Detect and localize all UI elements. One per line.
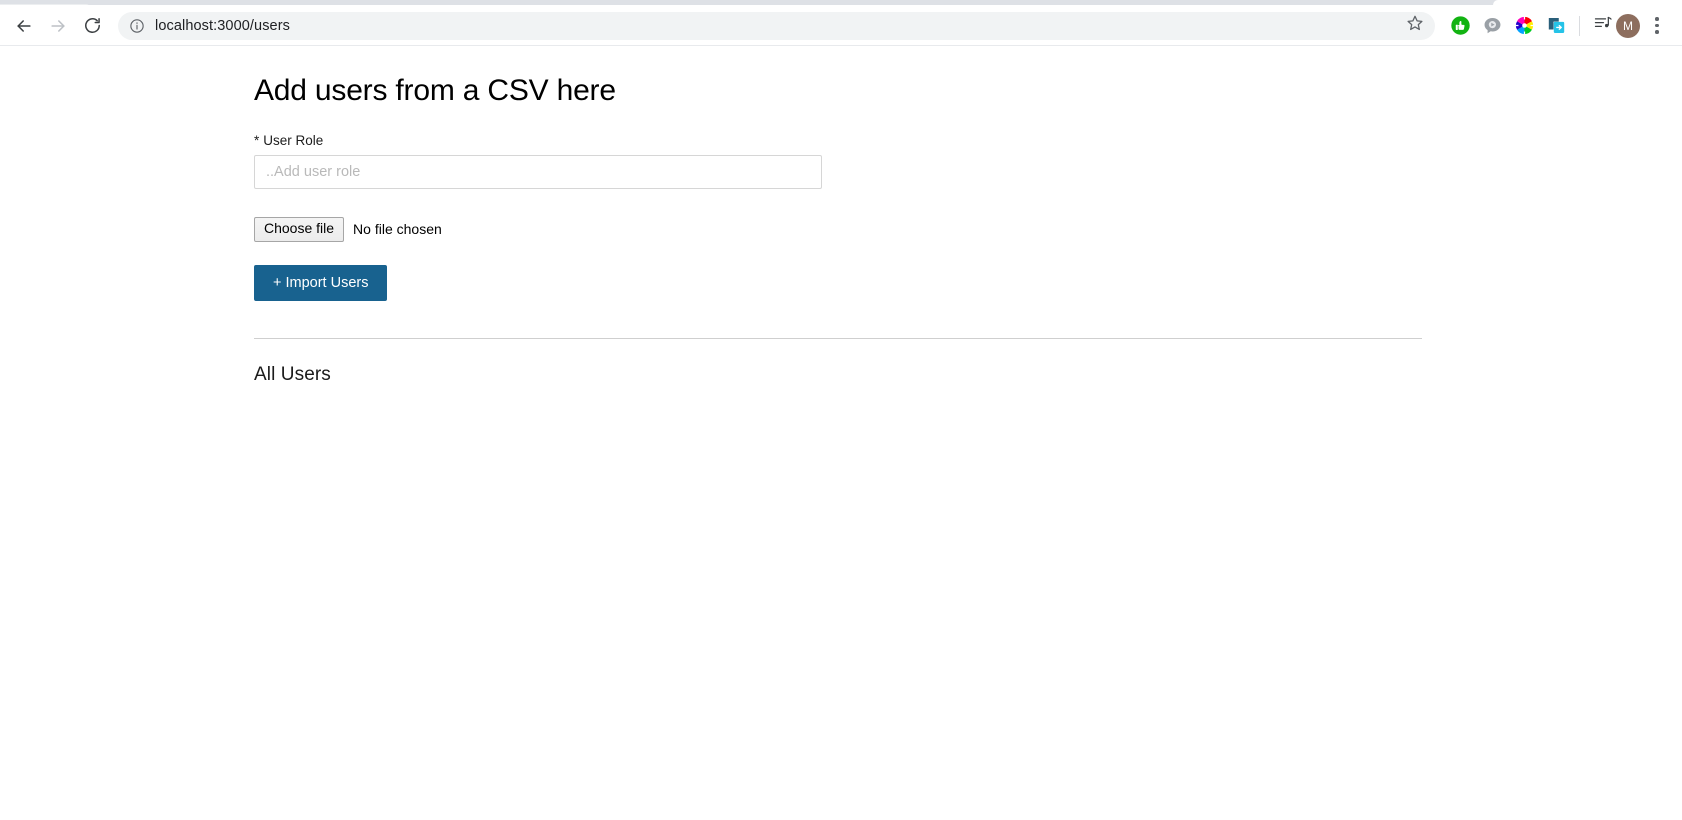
url-text: localhost:3000/users (155, 17, 290, 34)
toolbar-divider (1579, 15, 1580, 36)
browser-toolbar: localhost:3000/users M (0, 5, 1682, 46)
menu-dot (1655, 30, 1659, 34)
forward-button[interactable] (42, 10, 74, 42)
arrow-left-icon (14, 16, 34, 36)
import-users-button[interactable]: + Import Users (254, 264, 388, 301)
back-button[interactable] (8, 10, 40, 42)
green-thumbs-up-extension-icon[interactable] (1447, 13, 1473, 39)
browser-window: localhost:3000/users M Add users from a … (0, 0, 1682, 820)
extensions-area (1447, 13, 1569, 39)
file-picker-row: Choose file No file chosen (254, 217, 1682, 242)
media-controls-button[interactable] (1590, 13, 1616, 39)
section-divider (254, 338, 1422, 339)
profile-avatar[interactable]: M (1616, 13, 1640, 38)
menu-dot (1655, 17, 1659, 21)
user-role-label-text: User Role (263, 133, 324, 148)
chrome-menu-button[interactable] (1644, 13, 1670, 39)
menu-dot (1655, 23, 1659, 28)
reload-icon (83, 16, 102, 35)
screen-share-extension-icon[interactable] (1543, 13, 1569, 39)
file-status-text: No file chosen (353, 221, 442, 238)
all-users-heading: All Users (254, 364, 331, 385)
arrow-right-icon (48, 16, 68, 36)
speech-bubble-extension-icon[interactable] (1479, 13, 1505, 39)
color-wheel-extension-icon[interactable] (1511, 13, 1537, 39)
star-icon (1406, 14, 1424, 37)
user-role-input[interactable] (254, 155, 822, 189)
user-role-label: * User Role (254, 133, 1682, 148)
page-title: Add users from a CSV here (254, 74, 616, 107)
page-viewport: Add users from a CSV here * User Role Ch… (0, 46, 1682, 820)
address-bar[interactable]: localhost:3000/users (118, 11, 1435, 40)
bookmark-button[interactable] (1401, 12, 1429, 40)
choose-file-button[interactable]: Choose file (254, 217, 345, 242)
page-content: Add users from a CSV here * User Role Ch… (0, 46, 1682, 386)
site-info-icon[interactable] (128, 17, 146, 35)
required-marker: * (254, 133, 260, 148)
music-note-list-icon (1593, 13, 1613, 38)
reload-button[interactable] (76, 10, 108, 42)
